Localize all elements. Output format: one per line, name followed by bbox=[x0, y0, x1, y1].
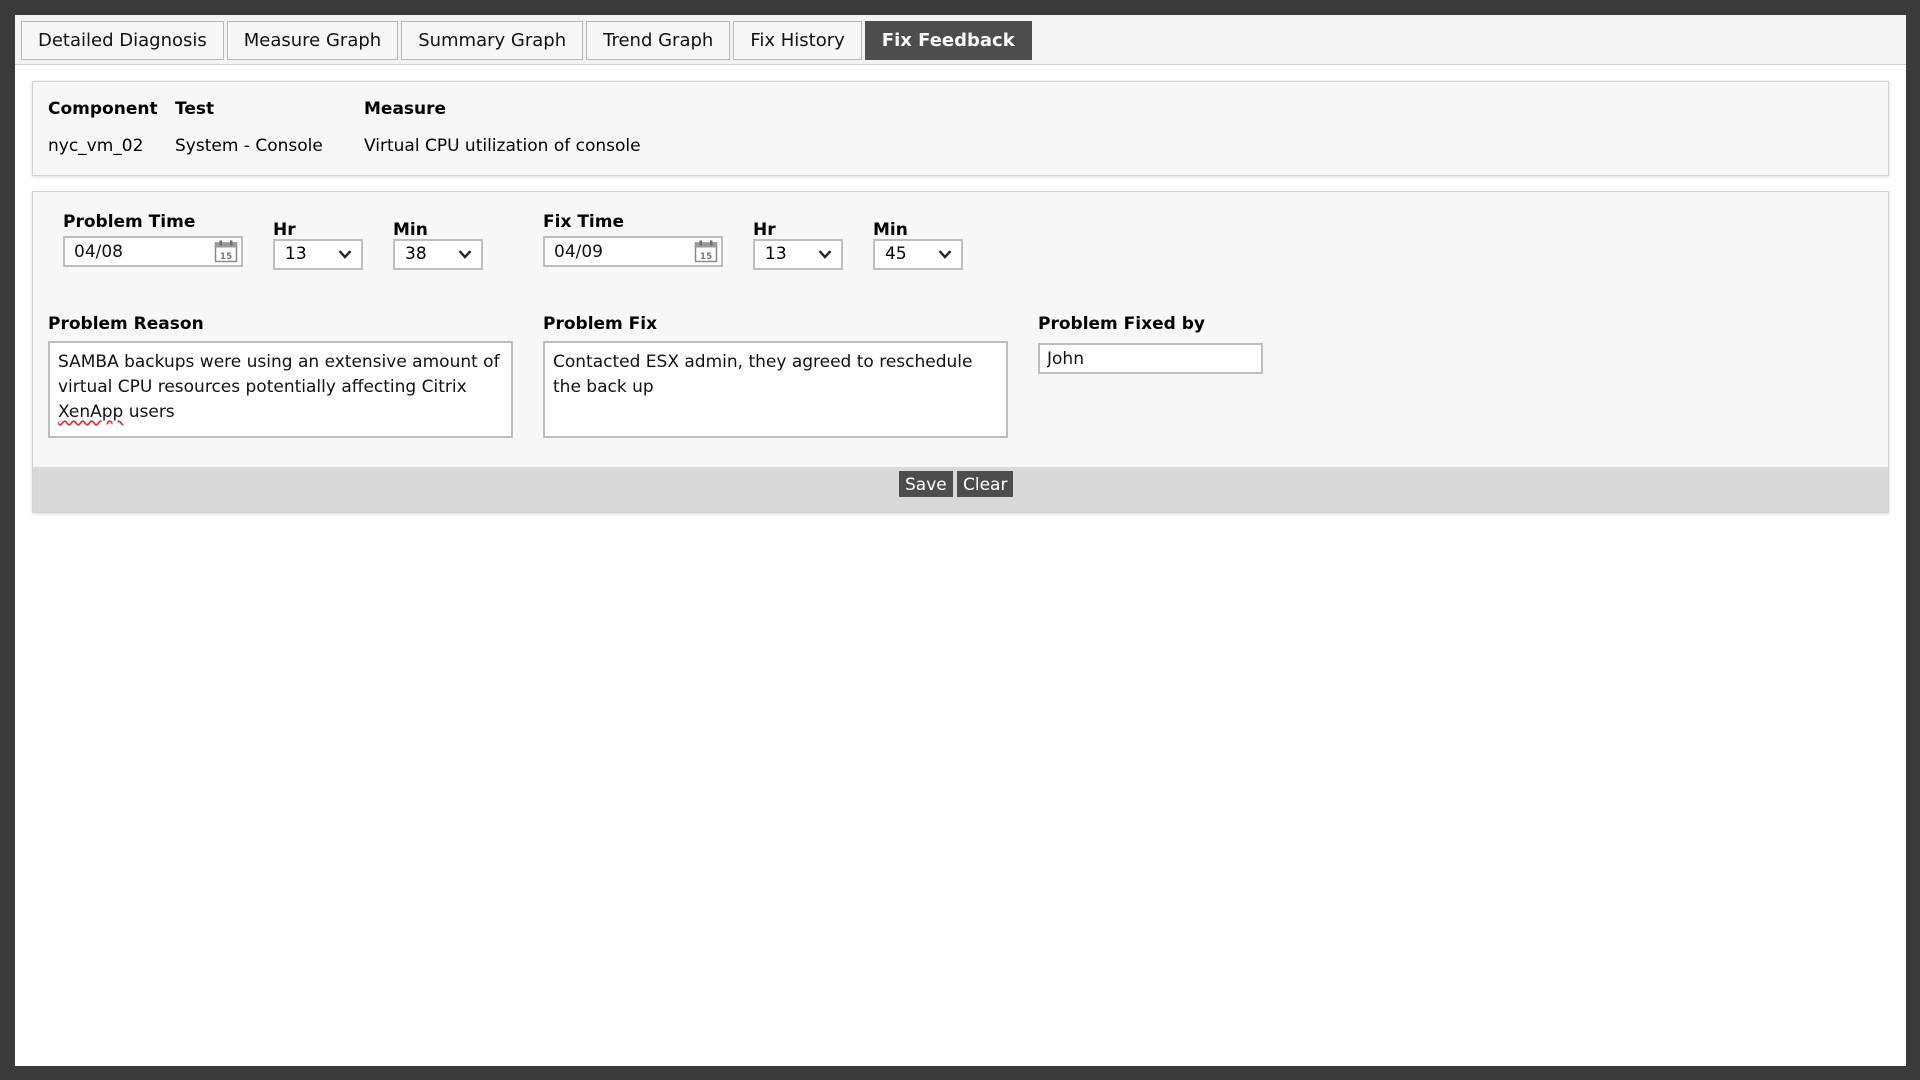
fix-feedback-form: Problem Time 15 Hr 13 Min 38 Fix Time bbox=[32, 191, 1889, 513]
problem-fixed-by-label: Problem Fixed by bbox=[1038, 314, 1205, 334]
fix-hr-value: 13 bbox=[765, 244, 787, 264]
tab-fix-history[interactable]: Fix History bbox=[733, 21, 862, 60]
chevron-down-icon bbox=[938, 250, 952, 259]
tab-detailed-diagnosis[interactable]: Detailed Diagnosis bbox=[21, 21, 224, 60]
fix-time-date-input[interactable] bbox=[545, 238, 685, 265]
test-column: Test System - Console bbox=[175, 98, 323, 157]
fix-min-value: 45 bbox=[885, 244, 907, 264]
window-frame: Detailed Diagnosis Measure Graph Summary… bbox=[15, 15, 1906, 1066]
form-action-bar: Save Clear bbox=[33, 467, 1888, 512]
component-column: Component nyc_vm_02 bbox=[48, 98, 158, 157]
problem-fixed-by-input[interactable] bbox=[1040, 345, 1261, 372]
measure-column: Measure Virtual CPU utilization of conso… bbox=[364, 98, 641, 157]
fix-hr-label: Hr bbox=[753, 220, 776, 240]
chevron-down-icon bbox=[458, 250, 472, 259]
problem-time-date-field[interactable]: 15 bbox=[63, 236, 243, 267]
problem-min-label: Min bbox=[393, 220, 428, 240]
problem-fix-text: Contacted ESX admin, they agreed to resc… bbox=[553, 352, 973, 397]
tab-fix-feedback[interactable]: Fix Feedback bbox=[864, 21, 1032, 60]
calendar-icon-day: 15 bbox=[700, 252, 713, 262]
problem-reason-label: Problem Reason bbox=[48, 314, 204, 334]
problem-min-select[interactable]: 38 bbox=[393, 239, 483, 270]
measure-info-panel: Component nyc_vm_02 Test System - Consol… bbox=[32, 81, 1889, 176]
problem-hr-label: Hr bbox=[273, 220, 296, 240]
problem-hr-value: 13 bbox=[285, 244, 307, 264]
fix-time-date-field[interactable]: 15 bbox=[543, 236, 723, 267]
test-header: Test bbox=[175, 99, 215, 119]
tab-summary-graph[interactable]: Summary Graph bbox=[401, 21, 584, 60]
problem-min-value: 38 bbox=[405, 244, 427, 264]
problem-reason-text: SAMBA backups were using an extensive am… bbox=[58, 352, 500, 397]
tab-list: Detailed Diagnosis Measure Graph Summary… bbox=[21, 21, 1032, 60]
measure-value: Virtual CPU utilization of console bbox=[364, 136, 641, 156]
fix-hr-select[interactable]: 13 bbox=[753, 239, 843, 270]
problem-fix-textarea[interactable]: Contacted ESX admin, they agreed to resc… bbox=[543, 341, 1008, 438]
fix-time-label: Fix Time bbox=[543, 212, 624, 232]
problem-reason-text-end: users bbox=[123, 402, 175, 422]
component-value: nyc_vm_02 bbox=[48, 136, 144, 156]
chevron-down-icon bbox=[818, 250, 832, 259]
problem-fixed-by-field[interactable] bbox=[1038, 343, 1263, 374]
calendar-icon-day: 15 bbox=[220, 252, 233, 262]
calendar-icon[interactable]: 15 bbox=[214, 240, 238, 263]
calendar-icon[interactable]: 15 bbox=[694, 240, 718, 263]
tab-measure-graph[interactable]: Measure Graph bbox=[226, 21, 399, 60]
save-button[interactable]: Save bbox=[899, 471, 953, 497]
fix-min-label: Min bbox=[873, 220, 908, 240]
tab-strip: Detailed Diagnosis Measure Graph Summary… bbox=[15, 15, 1906, 65]
problem-time-date-input[interactable] bbox=[65, 238, 205, 265]
problem-reason-textarea[interactable]: SAMBA backups were using an extensive am… bbox=[48, 341, 513, 438]
problem-fix-label: Problem Fix bbox=[543, 314, 658, 334]
tab-trend-graph[interactable]: Trend Graph bbox=[586, 21, 731, 60]
test-value: System - Console bbox=[175, 136, 323, 156]
fix-min-select[interactable]: 45 bbox=[873, 239, 963, 270]
problem-hr-select[interactable]: 13 bbox=[273, 239, 363, 270]
measure-header: Measure bbox=[364, 99, 447, 119]
spellcheck-flagged-word: XenApp bbox=[58, 402, 124, 422]
problem-time-label: Problem Time bbox=[63, 212, 196, 232]
chevron-down-icon bbox=[338, 250, 352, 259]
component-header: Component bbox=[48, 99, 158, 119]
clear-button[interactable]: Clear bbox=[957, 471, 1014, 497]
